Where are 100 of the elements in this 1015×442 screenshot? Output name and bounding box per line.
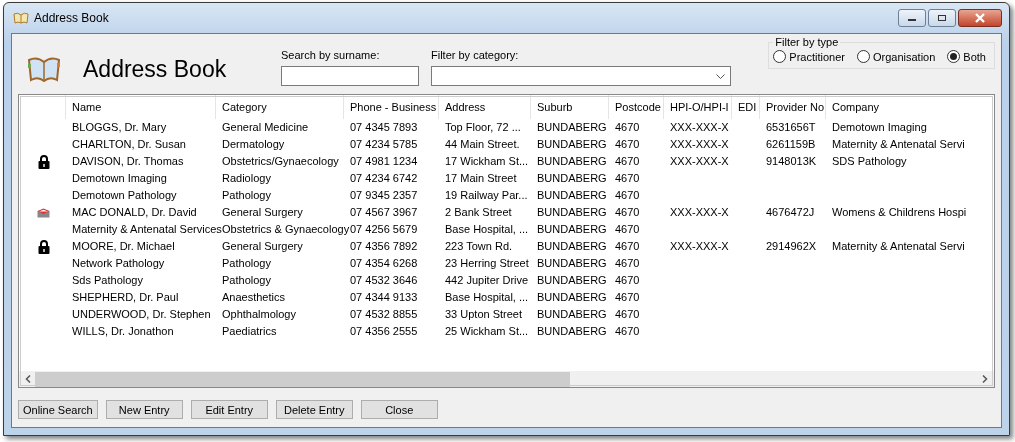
app-title: Address Book (83, 56, 228, 83)
window-title: Address Book (34, 11, 109, 25)
table-cell: 2 Bank Street (445, 206, 512, 218)
table-cell: 442 Jupiter Drive (445, 274, 529, 286)
column-header[interactable]: Company (826, 95, 994, 119)
action-button[interactable]: Close (360, 400, 438, 419)
table-cell: 2914962X (766, 240, 817, 252)
table-cell: BUNDABERG (537, 206, 607, 218)
action-button[interactable]: Delete Entry (275, 400, 353, 419)
minimize-button[interactable] (898, 9, 926, 27)
horizontal-scrollbar[interactable] (19, 371, 994, 387)
surname-field[interactable] (281, 66, 419, 86)
action-button[interactable]: Edit Entry (190, 400, 268, 419)
table-cell: MOORE, Dr. Michael (72, 240, 175, 252)
table-cell: BUNDABERG (537, 240, 607, 252)
table-cell: 07 4354 6268 (350, 257, 418, 269)
column-header[interactable]: Name (66, 95, 216, 119)
table-cell: CHARLTON, Dr. Susan (72, 138, 186, 150)
radio-option[interactable]: Practitioner (773, 50, 845, 63)
close-button[interactable] (958, 9, 1002, 27)
table-cell: BUNDABERG (537, 155, 607, 167)
table-cell: 4670 (615, 138, 640, 150)
table-cell: 4670 (615, 325, 640, 337)
table-cell: UNDERWOOD, Dr. Stephen (72, 308, 211, 320)
table-cell: 4670 (615, 121, 640, 133)
table-cell: Maternity & Antenatal Servi (832, 138, 965, 150)
table-cell: 17 Wickham St... (445, 155, 529, 167)
action-button[interactable]: Online Search (18, 400, 98, 419)
table-cell: XXX-XXX-X (670, 240, 729, 252)
table-cell: 07 4532 8855 (350, 308, 418, 320)
table-cell: Womens & Childrens Hospi (832, 206, 967, 218)
table-cell: BUNDABERG (537, 291, 607, 303)
table-cell: 07 4344 9133 (350, 291, 418, 303)
category-dropdown[interactable] (431, 66, 731, 86)
maximize-button[interactable] (928, 9, 956, 27)
group-label: Filter by type (774, 36, 840, 48)
column-header[interactable]: Provider No (760, 95, 826, 119)
table-cell: 4676472J (766, 206, 815, 218)
table-cell: 07 4356 7892 (350, 240, 418, 252)
table-cell: 23 Herring Street (445, 257, 529, 269)
table-cell: 4670 (615, 291, 640, 303)
column-header[interactable]: Category (216, 95, 344, 119)
field-label: Filter by category: (431, 49, 520, 61)
table-cell: BUNDABERG (537, 172, 607, 184)
radio-option[interactable]: Both (947, 50, 986, 63)
table-cell: Pathology (222, 274, 271, 286)
close-icon (974, 13, 986, 23)
table-cell: BUNDABERG (537, 138, 607, 150)
field-label: Search by surname: (281, 49, 381, 61)
column-header[interactable]: Address (439, 95, 531, 119)
table-cell: General Surgery (222, 206, 303, 218)
column-header[interactable]: EDI (732, 95, 760, 119)
table-cell: BUNDABERG (537, 325, 607, 337)
action-button[interactable]: New Entry (105, 400, 183, 419)
table-cell: 07 4567 3967 (350, 206, 418, 218)
table-cell: Maternity & Antenatal Services (72, 223, 222, 235)
table-cell: BUNDABERG (537, 257, 607, 269)
table-cell: 07 4532 3646 (350, 274, 418, 286)
table-cell: Network Pathology (72, 257, 165, 269)
table-cell: Obstetrics & Gynaecology (222, 223, 350, 235)
table-cell: 4670 (615, 257, 640, 269)
column-header[interactable]: Postcode (609, 95, 664, 119)
table-cell: BUNDABERG (537, 223, 607, 235)
table-cell: SHEPHERD, Dr. Paul (72, 291, 179, 303)
chevron-down-icon (716, 73, 725, 79)
table-cell: Obstetrics/Gynaecology (222, 155, 339, 167)
table-cell: Top Floor, 72 ... (445, 121, 521, 133)
table-cell: General Medicine (222, 121, 309, 133)
column-header[interactable]: Phone - Business (344, 95, 439, 119)
radio-option[interactable]: Organisation (857, 50, 936, 63)
column-header[interactable]: Suburb (531, 95, 609, 119)
table-cell: BUNDABERG (537, 189, 607, 201)
column-header[interactable]: HPI-O/HPI-I (664, 95, 732, 119)
table-cell: Radiology (222, 172, 271, 184)
table-cell: 25 Wickham St... (445, 325, 529, 337)
table-cell: BLOGGS, Dr. Mary (72, 121, 167, 133)
table-cell: Demotown Imaging (832, 121, 927, 133)
table-cell: 07 4234 5785 (350, 138, 418, 150)
table-cell: 4670 (615, 308, 640, 320)
table-cell: Demotown Imaging (72, 172, 167, 184)
table-cell: DAVISON, Dr. Thomas (72, 155, 184, 167)
maximize-icon (937, 14, 947, 22)
table-cell: 4670 (615, 189, 640, 201)
table-cell: BUNDABERG (537, 308, 607, 320)
table-cell: 4670 (615, 274, 640, 286)
table-cell: Pathology (222, 189, 271, 201)
table-cell: 4670 (615, 223, 640, 235)
table-cell: XXX-XXX-X (670, 155, 729, 167)
table-cell: Pathology (222, 257, 271, 269)
table-cell: 07 4345 7893 (350, 121, 418, 133)
table-cell: 07 9345 2357 (350, 189, 418, 201)
table-cell: Base Hospital, ... (445, 291, 529, 303)
table-cell: 9148013K (766, 155, 817, 167)
book-icon (27, 54, 61, 84)
scroll-left-icon (25, 375, 31, 383)
table-cell: Ophthalmology (222, 308, 296, 320)
table-cell: General Surgery (222, 240, 303, 252)
padlock-icon (37, 154, 50, 169)
table-cell: Maternity & Antenatal Servi (832, 240, 965, 252)
table-cell: 4670 (615, 206, 640, 218)
